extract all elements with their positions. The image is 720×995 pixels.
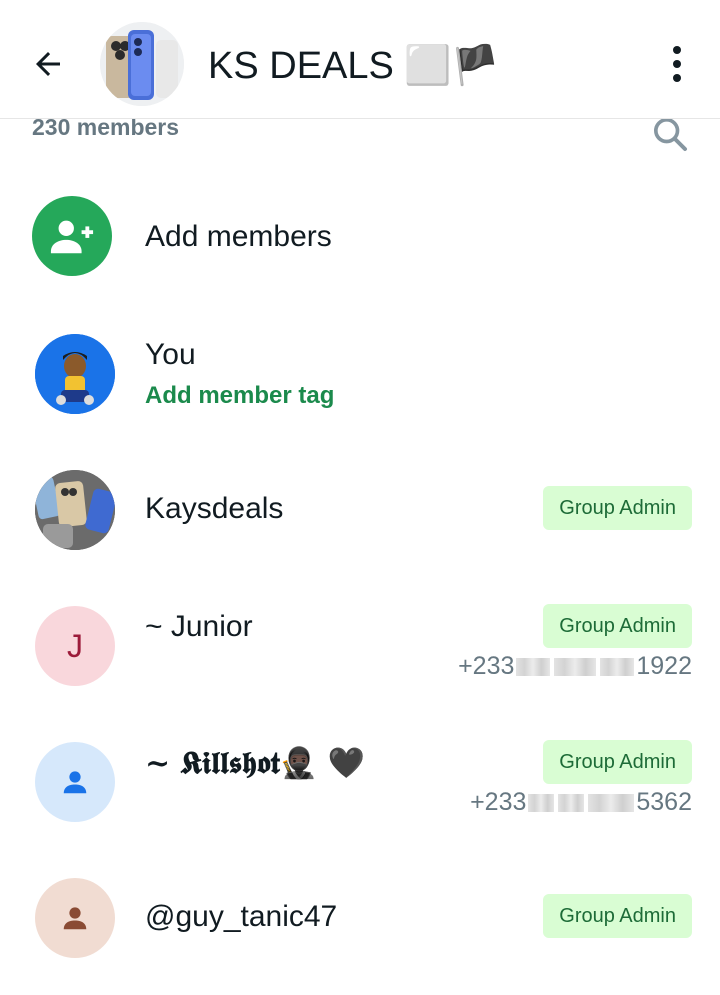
add-members-label: Add members [145,220,332,253]
add-members-avatar [32,196,112,276]
group-photo-image [100,22,184,106]
chat-header: KS DEALS ⬜🏴 [0,0,720,119]
member-name: @guy_tanic47 [145,900,338,933]
member-phone: +233 1922 [458,652,692,680]
add-members-row[interactable]: Add members [0,186,720,286]
redacted-segment [558,794,585,813]
member-row[interactable]: Kaysdeals Group Admin [0,460,720,560]
search-icon [654,117,687,151]
member-phone: +233 5362 [470,788,692,816]
member-row[interactable]: ~ 𝕶𝖎𝖑𝖑𝖘𝖍𝖔𝖙🥷🏿 🖤 Group Admin +233 5362 [0,732,720,842]
avatar-initial: J [67,627,83,664]
more-vert-icon [673,46,681,54]
member-name: You [145,338,196,371]
member-name: ~ Junior [145,610,253,643]
group-admin-badge: Group Admin [543,894,692,938]
group-admin-badge: Group Admin [543,486,692,530]
redacted-segment [528,794,555,813]
redacted-segment [600,658,635,677]
member-row[interactable]: @guy_tanic47 Group Admin [0,868,720,968]
back-button[interactable] [28,44,68,84]
group-avatar[interactable] [100,22,184,106]
avatar [35,878,115,958]
redacted-segment [588,794,635,813]
group-title[interactable]: KS DEALS ⬜🏴 [208,44,499,88]
member-row[interactable]: J ~ Junior Group Admin +233 1922 [0,596,720,706]
person-icon [63,771,87,794]
add-person-icon [50,220,94,254]
redacted-segment [554,658,597,677]
member-row-you[interactable]: You Add member tag [0,322,720,432]
member-name: ~ 𝕶𝖎𝖑𝖑𝖘𝖍𝖔𝖙🥷🏿 🖤 [145,746,365,781]
avatar-image [35,470,115,550]
avatar: J [35,606,115,686]
avatar [35,470,115,550]
member-name: Kaysdeals [145,492,284,525]
add-member-tag-link[interactable]: Add member tag [145,382,334,410]
more-options-button[interactable] [660,44,694,84]
avatar [35,334,115,414]
avatar-image [35,334,115,414]
avatar [35,742,115,822]
group-admin-badge: Group Admin [543,604,692,648]
person-icon [63,907,87,930]
redacted-segment [516,658,551,677]
arrow-back-icon [36,52,60,76]
search-members-button[interactable] [650,114,690,154]
group-admin-badge: Group Admin [543,740,692,784]
